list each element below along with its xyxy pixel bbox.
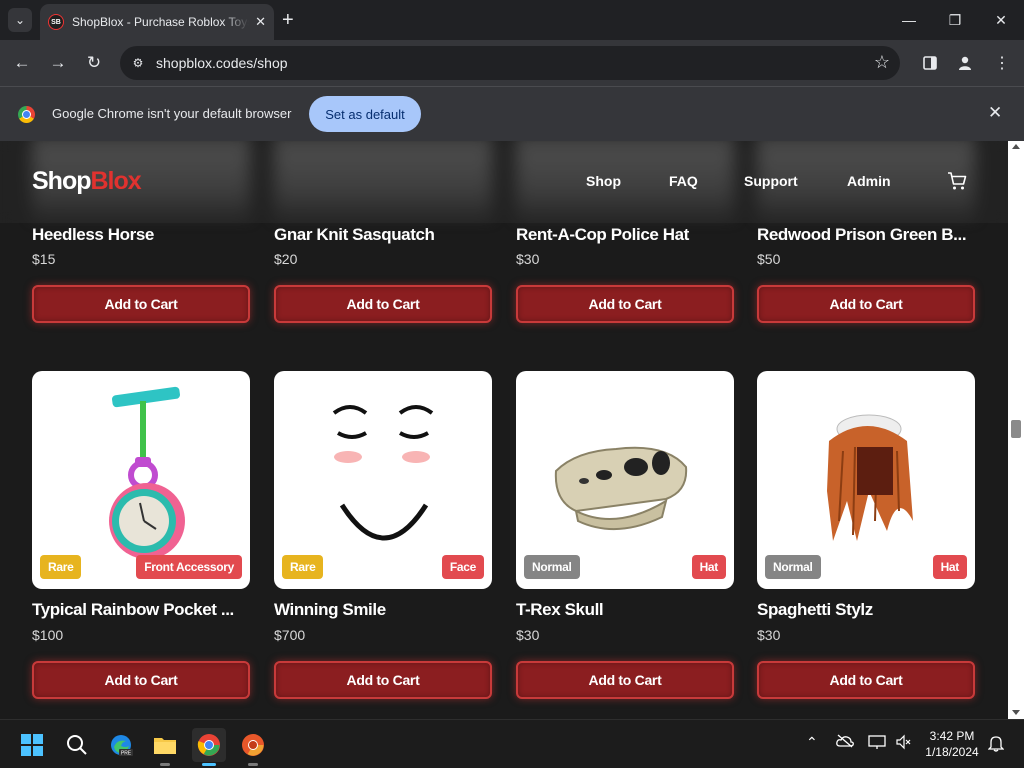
product-price: $30 <box>516 627 540 643</box>
product-name[interactable]: Rent-A-Cop Police Hat <box>516 225 734 245</box>
chrome-menu-icon[interactable]: ⋮ <box>991 52 1013 74</box>
type-badge: Front Accessory <box>136 555 242 579</box>
product-name[interactable]: Spaghetti Stylz <box>757 600 975 620</box>
scroll-up-arrow-icon[interactable] <box>1012 144 1020 149</box>
edge-beta-button[interactable]: PRE <box>104 728 138 762</box>
product-price: $15 <box>32 251 56 267</box>
product-name[interactable]: Gnar Knit Sasquatch <box>274 225 492 245</box>
back-button[interactable]: ← <box>10 51 34 75</box>
file-explorer-button[interactable] <box>148 728 182 766</box>
set-as-default-button[interactable]: Set as default <box>309 96 421 132</box>
product-image[interactable]: Rare Front Accessory <box>32 371 250 589</box>
bookmark-star-icon[interactable]: ☆ <box>874 52 890 73</box>
product-name[interactable]: Heedless Horse <box>32 225 250 245</box>
product-price: $700 <box>274 627 306 643</box>
infobar-message: Google Chrome isn't your default browser <box>52 106 292 121</box>
shopblox-favicon: SB <box>48 14 64 30</box>
start-button[interactable] <box>15 728 49 762</box>
folder-icon <box>154 738 176 754</box>
chrome-logo-icon <box>18 106 35 123</box>
rarity-badge: Rare <box>40 555 82 579</box>
add-to-cart-button[interactable]: Add to Cart <box>516 285 734 323</box>
add-to-cart-button[interactable]: Add to Cart <box>516 661 734 699</box>
chrome-icon <box>197 734 220 756</box>
svg-text:PRE: PRE <box>121 751 132 757</box>
chrome-canary-taskbar-button[interactable] <box>236 728 270 766</box>
product-name[interactable]: Redwood Prison Green B... <box>757 225 975 245</box>
add-to-cart-button[interactable]: Add to Cart <box>32 285 250 323</box>
type-badge: Hat <box>691 555 726 579</box>
type-badge: Face <box>441 555 484 579</box>
show-hidden-icons-chevron-icon[interactable]: ⌃ <box>806 734 818 751</box>
nav-admin[interactable]: Admin <box>847 173 891 189</box>
search-button[interactable] <box>60 728 94 762</box>
browser-tab[interactable]: SB ShopBlox - Purchase Roblox Toys ✕ <box>40 4 274 40</box>
scroll-down-arrow-icon[interactable] <box>1012 710 1020 715</box>
network-icon[interactable] <box>868 734 886 753</box>
nav-faq[interactable]: FAQ <box>669 173 698 189</box>
edge-icon: PRE <box>111 735 133 757</box>
nav-shop[interactable]: Shop <box>586 173 621 189</box>
browser-tab-strip: ⌄ SB ShopBlox - Purchase Roblox Toys ✕ +… <box>0 0 1024 40</box>
site-info-icon[interactable]: ⚙ <box>130 55 146 71</box>
search-icon <box>67 735 87 755</box>
rarity-badge: Normal <box>765 555 821 579</box>
add-to-cart-button[interactable]: Add to Cart <box>274 285 492 323</box>
taskbar-indicator <box>248 763 258 766</box>
address-bar[interactable]: ⚙ shopblox.codes/shop ☆ <box>120 46 900 80</box>
infobar-close-icon[interactable]: ✕ <box>988 103 1002 123</box>
taskbar-indicator <box>202 763 216 766</box>
tab-title: ShopBlox - Purchase Roblox Toys <box>72 15 250 29</box>
clock-time: 3:42 PM <box>929 729 975 743</box>
windows-logo-icon <box>21 734 43 756</box>
rarity-badge: Normal <box>524 555 580 579</box>
product-price: $30 <box>757 627 781 643</box>
product-price: $50 <box>757 251 781 267</box>
system-clock[interactable]: 3:42 PM 1/18/2024 <box>922 728 982 760</box>
tab-close-icon[interactable]: ✕ <box>255 14 266 30</box>
profile-icon[interactable] <box>954 52 976 74</box>
site-logo[interactable]: ShopBlox <box>32 167 142 196</box>
side-panel-icon[interactable] <box>919 52 941 74</box>
tab-search-button[interactable]: ⌄ <box>8 8 32 32</box>
reload-button[interactable]: ↻ <box>82 51 106 75</box>
taskbar-indicator <box>160 763 170 766</box>
product-name[interactable]: Winning Smile <box>274 600 492 620</box>
chrome-taskbar-button[interactable] <box>192 728 226 766</box>
new-tab-button[interactable]: + <box>282 10 294 30</box>
close-window-button[interactable]: ✕ <box>978 6 1024 34</box>
notification-bell-icon[interactable] <box>987 734 1005 755</box>
scroll-thumb[interactable] <box>1011 420 1021 438</box>
page-scrollbar[interactable] <box>1008 141 1024 719</box>
url-text[interactable]: shopblox.codes/shop <box>156 55 288 71</box>
nav-support[interactable]: Support <box>744 173 798 189</box>
product-name[interactable]: T-Rex Skull <box>516 600 734 620</box>
product-image[interactable]: Rare Face <box>274 371 492 589</box>
add-to-cart-button[interactable]: Add to Cart <box>32 661 250 699</box>
rarity-badge: Rare <box>282 555 324 579</box>
forward-button[interactable]: → <box>46 51 70 75</box>
onedrive-icon[interactable] <box>836 734 854 751</box>
add-to-cart-button[interactable]: Add to Cart <box>757 285 975 323</box>
page-viewport: ShopBlox Shop FAQ Support Admin Heedless… <box>0 141 1008 719</box>
windows-taskbar: PRE ⌃ 3:42 PM 1/18/2024 <box>0 719 1024 768</box>
product-image[interactable]: Normal Hat <box>516 371 734 589</box>
chrome-canary-icon <box>242 734 264 756</box>
volume-muted-icon[interactable] <box>895 734 911 753</box>
clock-date: 1/18/2024 <box>925 745 979 759</box>
product-name[interactable]: Typical Rainbow Pocket ... <box>32 600 250 620</box>
cart-icon[interactable] <box>946 170 968 192</box>
minimize-button[interactable]: — <box>886 6 932 34</box>
product-image[interactable]: Normal Hat <box>757 371 975 589</box>
add-to-cart-button[interactable]: Add to Cart <box>757 661 975 699</box>
default-browser-infobar: Google Chrome isn't your default browser… <box>0 86 1024 141</box>
type-badge: Hat <box>932 555 967 579</box>
product-price: $100 <box>32 627 64 643</box>
browser-toolbar: ← → ↻ ⚙ shopblox.codes/shop ☆ ⋮ <box>0 40 1024 86</box>
restore-button[interactable]: ❐ <box>932 6 978 34</box>
product-price: $30 <box>516 251 540 267</box>
product-price: $20 <box>274 251 298 267</box>
add-to-cart-button[interactable]: Add to Cart <box>274 661 492 699</box>
